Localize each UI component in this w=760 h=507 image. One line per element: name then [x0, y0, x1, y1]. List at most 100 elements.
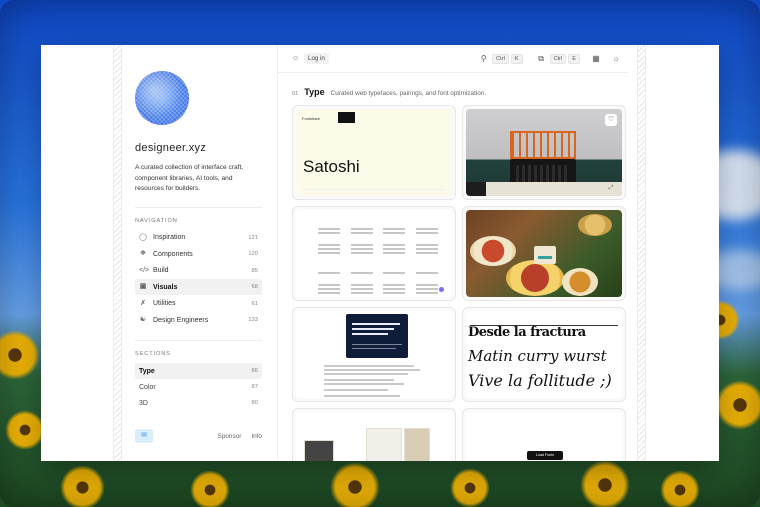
component-icon: ❖	[139, 250, 147, 258]
code-icon: </>	[139, 266, 150, 274]
resource-card-button[interactable]: Load Fonts	[462, 408, 626, 461]
section-heading: 01 Type Curated web typefaces, pairings,…	[292, 87, 486, 97]
section-description: Curated web typefaces, pairings, and fon…	[330, 90, 487, 97]
navigation-label: NAVIGATION	[135, 217, 178, 224]
shield-icon: ◯	[139, 233, 147, 241]
resource-card-calligraphy[interactable]: Desde la fractura Matin curry wurst Vive…	[462, 307, 626, 402]
section-item-3d[interactable]: 3D 80	[135, 395, 262, 411]
kbd-key: K	[510, 53, 523, 64]
script-line-3: Vive la follitude ;)	[468, 371, 612, 390]
doc-preview	[304, 440, 334, 461]
sidebar-item-count: 133	[248, 317, 258, 324]
product-label	[534, 246, 556, 264]
card-preview: ♡ ⤢	[466, 109, 622, 196]
resource-card-food[interactable]	[462, 206, 626, 301]
left-rail	[113, 45, 122, 461]
search-shortcut[interactable]: ⚲ Ctrl K	[479, 53, 524, 64]
sidebar-item-label: Visuals	[153, 283, 178, 291]
resource-card-satoshi[interactable]: Fontshare Satoshi	[292, 105, 456, 200]
site-name[interactable]: designeer.xyz	[135, 142, 262, 154]
top-bar: ☺ Log in ⚲ Ctrl K ⧉ Ctrl E ▦ ☼	[278, 45, 628, 73]
heart-icon: ♡	[607, 116, 615, 123]
preview-divider	[302, 189, 446, 190]
card-preview	[296, 210, 452, 297]
expand-icon: ⤢	[608, 185, 614, 191]
sidebar-item-label: Utilities	[153, 300, 176, 308]
preview-button: Load Fonts	[527, 451, 563, 460]
resource-card-documents[interactable]	[292, 408, 456, 461]
sections-label: SECTIONS	[135, 351, 171, 358]
grid-view-button[interactable]: ▦	[590, 53, 602, 65]
section-item-label: 3D	[139, 399, 148, 407]
login-button[interactable]: ☺ Log in	[292, 53, 329, 64]
card-brand: Fontshare	[302, 116, 321, 121]
resource-card-specimen-table[interactable]	[292, 206, 456, 301]
image-icon: ▣	[139, 283, 147, 291]
comment-icon: ✉	[141, 432, 147, 439]
expand-button[interactable]: ⤢	[605, 183, 617, 193]
sun-icon: ☼	[612, 53, 620, 63]
sidebar-item-count: 85	[251, 267, 258, 274]
section-item-color[interactable]: Color 87	[135, 379, 262, 395]
status-dot	[439, 287, 444, 292]
section-item-type[interactable]: Type 86	[135, 363, 262, 380]
sidebar-item-count: 61	[251, 300, 258, 307]
sidebar-item-label: Components	[153, 250, 193, 258]
site-tagline: A curated collection of interface craft,…	[135, 164, 244, 193]
card-preview: Desde la fractura Matin curry wurst Vive…	[466, 311, 622, 398]
main-content: ☺ Log in ⚲ Ctrl K ⧉ Ctrl E ▦ ☼ 01 Type C…	[277, 45, 628, 461]
plate-image	[506, 260, 564, 296]
section-item-label: Color	[139, 383, 156, 391]
search-icon: ⚲	[480, 54, 487, 63]
crate-image	[510, 131, 576, 159]
card-preview	[296, 311, 452, 398]
font-specimen: Satoshi	[303, 157, 360, 176]
resource-card-dark-ui[interactable]	[292, 307, 456, 402]
resource-card-crate[interactable]: ♡ ⤢	[462, 105, 626, 200]
sidebar-item-visuals[interactable]: ▣ Visuals 68	[135, 279, 262, 296]
user-icon: ☺	[292, 54, 300, 62]
sidebar-item-build[interactable]: </> Build 85	[135, 263, 262, 279]
script-line-2: Matin curry wurst	[468, 347, 607, 365]
sidebar-item-label: Design Engineers	[153, 316, 209, 324]
kbd-key: E	[568, 53, 580, 64]
section-title: Type	[304, 87, 325, 97]
script-line-1: Desde la fractura	[468, 325, 586, 340]
preview-strip	[466, 182, 622, 196]
right-rail	[637, 45, 646, 461]
favorite-button[interactable]: ♡	[605, 114, 617, 126]
card-preview	[296, 412, 452, 461]
sidebar-item-label: Inspiration	[153, 234, 186, 242]
sidebar-footer: ✉ Sponsor Info	[135, 429, 262, 443]
copy-icon: ⧉	[538, 54, 544, 63]
sidebar-item-label: Build	[153, 267, 169, 275]
plate-image	[578, 214, 612, 236]
section-item-label: Type	[139, 367, 155, 375]
card-preview: Fontshare Satoshi	[296, 109, 452, 196]
sponsor-link[interactable]: Sponsor	[218, 433, 242, 440]
browser-window: designeer.xyz A curated collection of in…	[41, 45, 719, 461]
card-preview	[466, 210, 622, 297]
sidebar-item-count: 68	[251, 284, 258, 291]
site-logo[interactable]	[135, 71, 189, 125]
grid-icon: ▦	[592, 53, 600, 63]
sidebar-item-inspiration[interactable]: ◯ Inspiration 121	[135, 230, 262, 246]
sidebar-item-count: 120	[248, 251, 258, 258]
sidebar-item-utilities[interactable]: ✗ Utilities 61	[135, 296, 262, 312]
card-preview: Load Fonts	[466, 412, 622, 461]
preview-block	[338, 112, 355, 123]
sidebar-item-design-engineers[interactable]: ☯ Design Engineers 133	[135, 312, 262, 328]
theme-toggle[interactable]: ☼	[610, 53, 622, 65]
sidebar-item-count: 121	[248, 234, 258, 241]
info-link[interactable]: Info	[251, 433, 262, 440]
copy-shortcut[interactable]: ⧉ Ctrl E	[537, 53, 582, 64]
doc-preview	[366, 428, 402, 461]
section-number: 01	[292, 91, 299, 97]
users-icon: ☯	[139, 316, 147, 324]
sidebar: designeer.xyz A curated collection of in…	[135, 45, 262, 461]
doc-preview	[404, 428, 430, 461]
feedback-button[interactable]: ✉	[135, 429, 153, 443]
login-label: Log in	[304, 53, 329, 64]
sidebar-item-components[interactable]: ❖ Components 120	[135, 246, 262, 262]
tools-icon: ✗	[140, 299, 146, 307]
